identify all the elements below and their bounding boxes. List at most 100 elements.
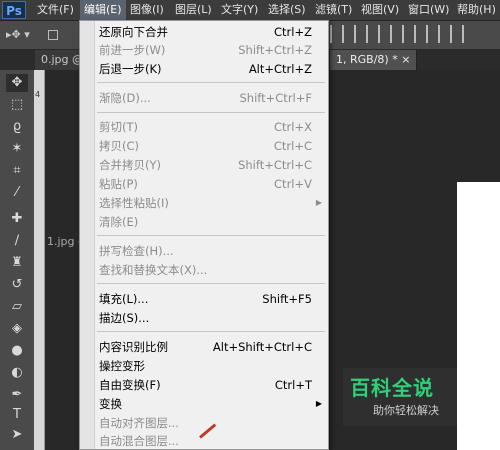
- menu-file[interactable]: 文件(F): [37, 0, 74, 20]
- document-canvas[interactable]: [457, 182, 500, 450]
- healing-brush-tool-icon[interactable]: ✚: [6, 210, 28, 228]
- menu-item-spell-check: 拼写检查(H)...: [80, 242, 328, 260]
- paint-bucket-tool-icon[interactable]: ◈: [6, 320, 28, 338]
- menu-help[interactable]: 帮助(H): [457, 0, 496, 20]
- menu-bar: Ps 文件(F) 编辑(E) 图像(I) 图层(L) 文字(Y) 选择(S) 滤…: [0, 0, 500, 21]
- menu-item-shortcut: Ctrl+T: [274, 378, 312, 392]
- menu-image[interactable]: 图像(I): [130, 0, 164, 20]
- move-tool-icon[interactable]: ✥: [6, 74, 28, 92]
- type-tool-icon[interactable]: T: [6, 406, 28, 424]
- menu-item-fade: 渐隐(D)... Shift+Ctrl+F: [80, 89, 328, 107]
- menu-item-label: 前进一步(W): [99, 43, 166, 57]
- pen-tool-icon[interactable]: ✒: [6, 386, 28, 404]
- align-right-icon[interactable]: [450, 25, 464, 43]
- menu-item-shortcut: Ctrl+C: [273, 139, 312, 153]
- menu-item-transform[interactable]: 变换 ▶: [80, 395, 328, 413]
- auto-select-checkbox[interactable]: [48, 30, 58, 40]
- menu-item-copy-merged: 合并拷贝(Y) Shift+Ctrl+C: [80, 156, 328, 174]
- menu-item-label: 选择性粘贴(I): [99, 196, 169, 210]
- menu-item-shortcut: Shift+Ctrl+C: [238, 158, 312, 172]
- menu-item-step-backward[interactable]: 后退一步(K) Alt+Ctrl+Z: [80, 60, 328, 78]
- menu-item-label: 操控变形: [99, 359, 145, 373]
- menu-item-shortcut: Shift+Ctrl+F: [239, 91, 313, 105]
- menu-item-fill[interactable]: 填充(L)... Shift+F5: [80, 290, 328, 308]
- marquee-tool-icon[interactable]: ⬚: [6, 96, 28, 114]
- menu-item-copy: 拷贝(C) Ctrl+C: [80, 137, 328, 155]
- menu-item-undo-merge-down[interactable]: 还原向下合并 Ctrl+Z: [80, 23, 328, 41]
- clone-stamp-tool-icon[interactable]: ♜: [6, 254, 28, 272]
- menu-item-label: 内容识别比例: [99, 340, 168, 354]
- menu-view[interactable]: 视图(V): [361, 0, 399, 20]
- menu-separator: [97, 235, 325, 236]
- menu-item-shortcut: Ctrl+Z: [274, 25, 312, 39]
- menu-item-auto-align-layers: 自动对齐图层...: [80, 414, 328, 432]
- dodge-tool-icon[interactable]: ◐: [6, 364, 28, 382]
- menu-item-label: 合并拷贝(Y): [99, 158, 161, 172]
- lasso-tool-icon[interactable]: ϱ: [6, 118, 28, 136]
- crop-tool-icon[interactable]: ⌗: [6, 162, 28, 180]
- menu-item-label: 变换: [99, 397, 122, 411]
- watermark: 百科全说 助你轻松解决: [343, 368, 457, 426]
- menu-item-label: 清除(E): [99, 215, 139, 229]
- menu-item-clear: 清除(E): [80, 213, 328, 231]
- history-brush-tool-icon[interactable]: ↺: [6, 276, 28, 294]
- menu-item-stroke[interactable]: 描边(S)...: [80, 309, 328, 327]
- menu-item-label: 查找和替换文本(X)...: [99, 263, 208, 277]
- menu-item-label: 后退一步(K): [99, 62, 162, 76]
- brush-tool-icon[interactable]: ∕: [6, 232, 28, 250]
- photoshop-logo: Ps: [2, 1, 26, 19]
- menu-filter[interactable]: 滤镜(T): [315, 0, 352, 20]
- menu-separator: [97, 331, 325, 332]
- toolbox: ✥ ⬚ ϱ ✶ ⌗ ⁄ ✚ ∕ ♜ ↺ ▱ ◈ ● ◐ ✒ T ➤: [0, 70, 35, 450]
- menu-type[interactable]: 文字(Y): [221, 0, 258, 20]
- menu-item-label: 拼写检查(H)...: [99, 244, 174, 258]
- menu-item-label: 自由变换(F): [99, 378, 161, 392]
- move-tool-preset-icon[interactable]: ▸✥ ▾: [6, 27, 30, 43]
- menu-item-label: 描边(S)...: [99, 311, 150, 325]
- menu-edit[interactable]: 编辑(E): [80, 0, 126, 20]
- align-left-icon[interactable]: [402, 25, 416, 43]
- eraser-tool-icon[interactable]: ▱: [6, 298, 28, 316]
- edit-menu-dropdown: 还原向下合并 Ctrl+Z 前进一步(W) Shift+Ctrl+Z 后退一步(…: [79, 20, 329, 450]
- ruler-label: 4: [35, 90, 41, 99]
- menu-item-label: 自动混合图层...: [99, 434, 179, 448]
- menu-item-content-aware-scale[interactable]: 内容识别比例 Alt+Shift+Ctrl+C: [80, 338, 328, 356]
- align-icons-group: [330, 25, 464, 45]
- menu-item-label: 拷贝(C): [99, 139, 140, 153]
- blur-tool-icon[interactable]: ●: [6, 342, 28, 360]
- menu-select[interactable]: 选择(S): [268, 0, 306, 20]
- menu-item-shortcut: Ctrl+X: [274, 120, 312, 134]
- menu-item-label: 渐隐(D)...: [99, 91, 151, 105]
- menu-item-shortcut: Alt+Ctrl+Z: [248, 62, 312, 76]
- menu-item-shortcut: Alt+Shift+Ctrl+C: [212, 340, 312, 354]
- watermark-subtitle: 助你轻松解决: [373, 404, 439, 417]
- menu-item-free-transform[interactable]: 自由变换(F) Ctrl+T: [80, 376, 328, 394]
- align-hcenter-icon[interactable]: [426, 25, 440, 43]
- align-top-icon[interactable]: [330, 25, 344, 43]
- magic-wand-tool-icon[interactable]: ✶: [6, 140, 28, 158]
- menu-layer[interactable]: 图层(L): [175, 0, 212, 20]
- menu-separator: [97, 82, 325, 83]
- menu-item-shortcut: Shift+F5: [262, 292, 312, 306]
- menu-item-label: 粘贴(P): [99, 177, 138, 191]
- menu-item-cut: 剪切(T) Ctrl+X: [80, 118, 328, 136]
- vertical-ruler: 4: [34, 70, 45, 450]
- menu-item-puppet-warp[interactable]: 操控变形: [80, 357, 328, 375]
- path-selection-tool-icon[interactable]: ➤: [6, 426, 28, 444]
- menu-separator: [97, 112, 325, 113]
- align-bottom-icon[interactable]: [378, 25, 392, 43]
- menu-item-find-replace: 查找和替换文本(X)...: [80, 261, 328, 279]
- doc-tab-active[interactable]: 1, RGB/8) * ×: [330, 50, 418, 70]
- submenu-arrow-icon: ▶: [315, 198, 322, 207]
- menu-window[interactable]: 窗口(W): [408, 0, 449, 20]
- align-vcenter-icon[interactable]: [354, 25, 368, 43]
- submenu-arrow-icon: ▶: [315, 399, 322, 408]
- menu-item-label: 还原向下合并: [99, 25, 168, 39]
- eyedropper-tool-icon[interactable]: ⁄: [6, 184, 28, 202]
- menu-item-paste-special: 选择性粘贴(I) ▶: [80, 194, 328, 212]
- menu-item-shortcut: Ctrl+V: [274, 177, 312, 191]
- menu-item-shortcut: Shift+Ctrl+Z: [238, 43, 312, 57]
- watermark-title: 百科全说: [350, 376, 434, 400]
- menu-item-paste: 粘贴(P) Ctrl+V: [80, 175, 328, 193]
- menu-item-label: 填充(L)...: [99, 292, 149, 306]
